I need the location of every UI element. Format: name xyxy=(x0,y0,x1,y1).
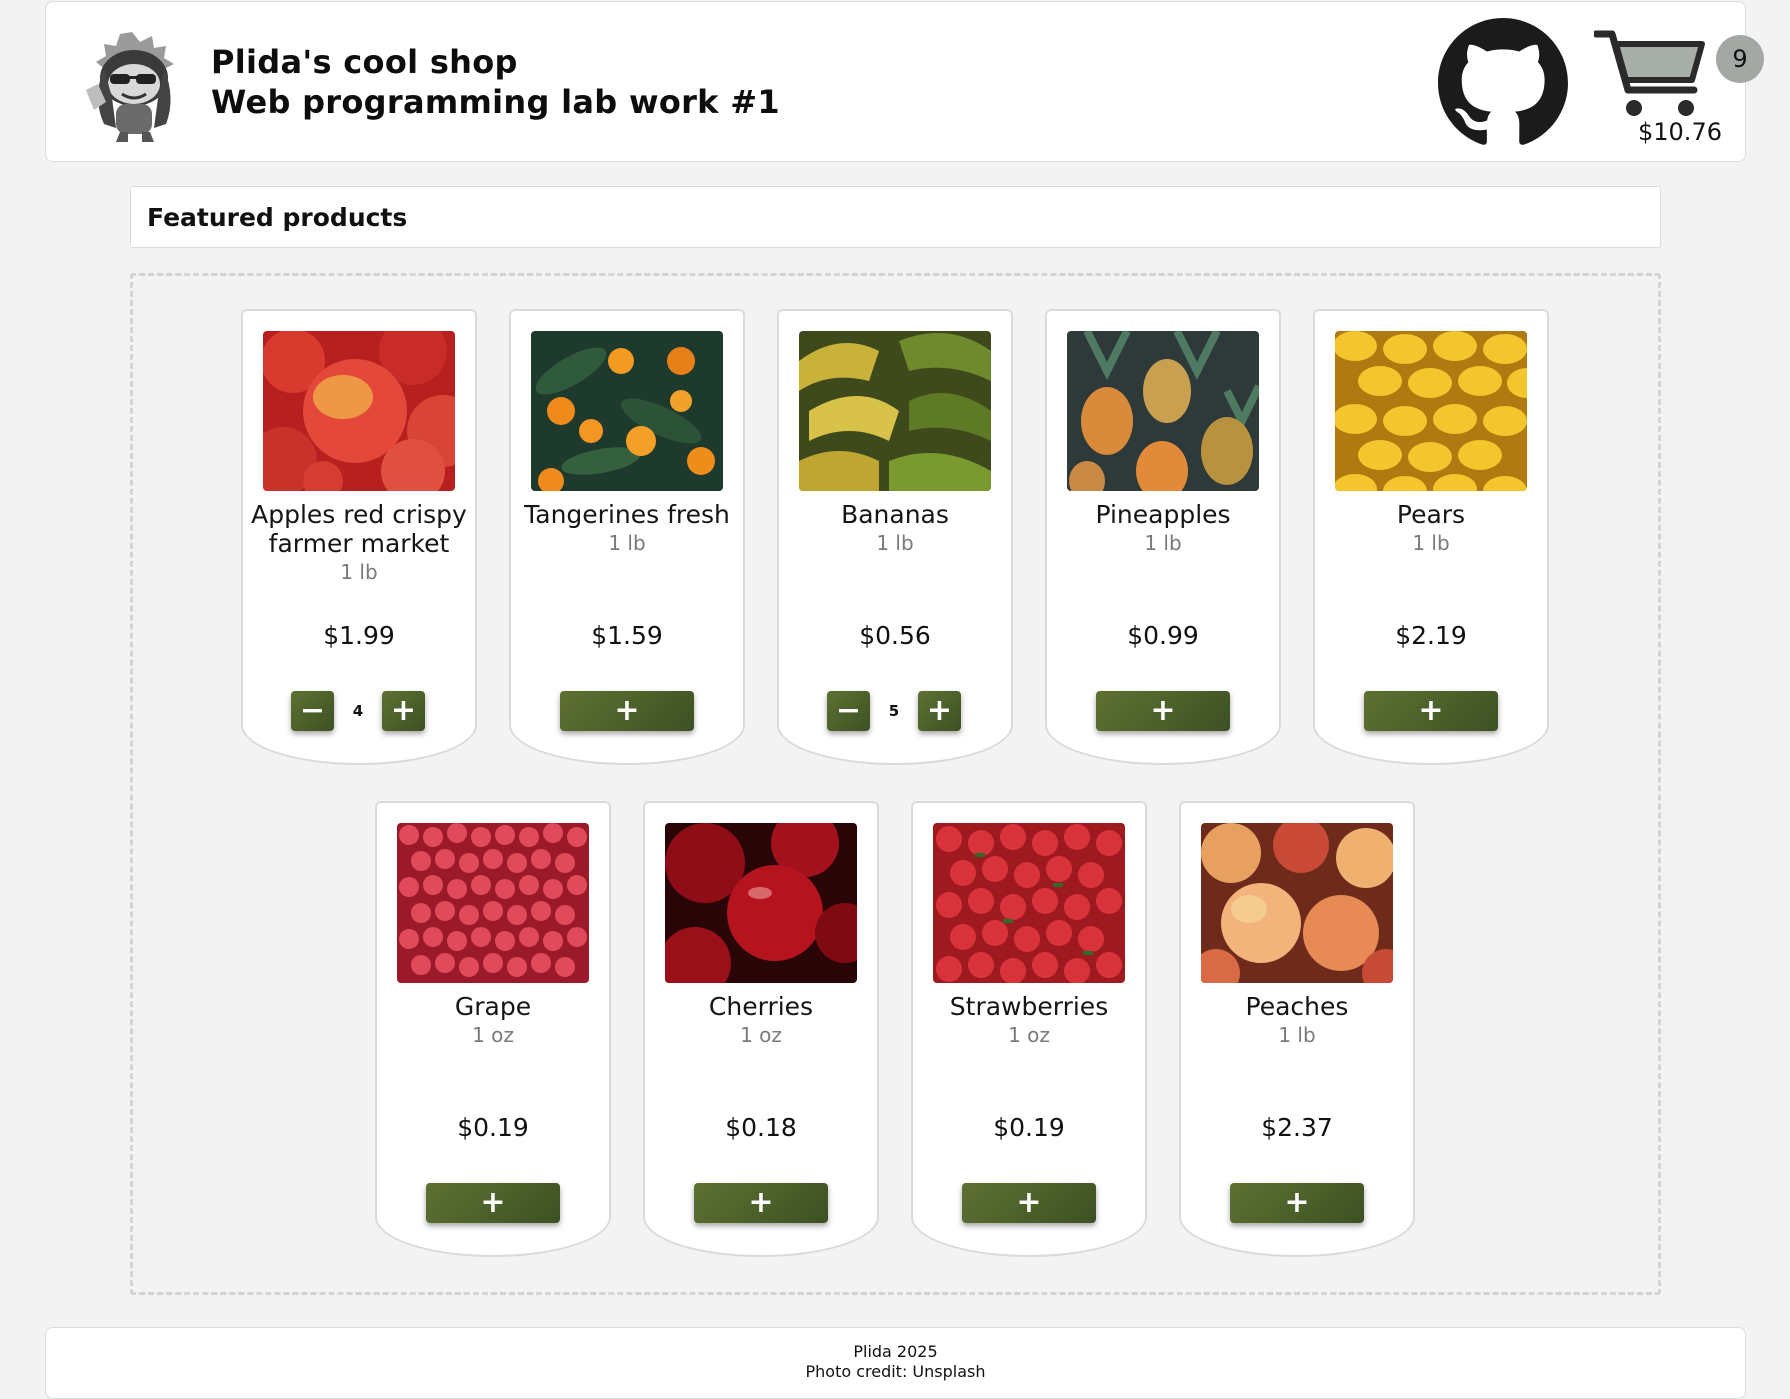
product-card-pears: Pears 1 lb $2.19 + xyxy=(1313,309,1549,765)
apples-image xyxy=(263,331,455,491)
product-price: $1.99 xyxy=(323,621,395,650)
product-grid: Apples red crispy farmer market 1 lb $1.… xyxy=(130,273,1661,1295)
product-name: Pears xyxy=(1396,500,1466,529)
product-card-peaches: Peaches 1 lb $2.37 + xyxy=(1179,801,1415,1257)
peaches-image xyxy=(1201,823,1393,983)
product-name: Peaches xyxy=(1245,992,1349,1021)
product-card-grape: Grape 1 oz $0.19 + xyxy=(375,801,611,1257)
product-card-cherries: Cherries 1 oz $0.18 + xyxy=(643,801,879,1257)
product-name: Cherries xyxy=(708,992,814,1021)
product-name: Bananas xyxy=(841,500,949,529)
featured-title: Featured products xyxy=(147,203,408,232)
cart-total: $10.76 xyxy=(1638,118,1722,146)
add-to-cart-button[interactable]: + xyxy=(962,1183,1096,1223)
product-card-pineapples: Pineapples 1 lb $0.99 + xyxy=(1045,309,1281,765)
product-name: Strawberries xyxy=(949,992,1109,1021)
product-image xyxy=(665,823,857,983)
tangerines-image xyxy=(531,331,723,491)
increase-quantity-button[interactable]: + xyxy=(918,691,961,731)
cart-icon xyxy=(1594,30,1705,116)
pineapples-image xyxy=(1067,331,1259,491)
product-card-strawberries: Strawberries 1 oz $0.19 + xyxy=(911,801,1147,1257)
product-unit: 1 lb xyxy=(1144,531,1182,555)
product-unit: 1 oz xyxy=(1008,1023,1050,1047)
featured-header: Featured products xyxy=(130,186,1661,248)
pears-image xyxy=(1335,331,1527,491)
quantity-stepper: − 5 + xyxy=(827,691,963,731)
add-to-cart-button[interactable]: + xyxy=(1364,691,1498,731)
shop-name: Plida's cool shop xyxy=(211,43,518,81)
grape-image xyxy=(397,823,589,983)
product-unit: 1 lb xyxy=(608,531,646,555)
footer-copyright: Plida 2025 xyxy=(853,1342,938,1361)
increase-quantity-button[interactable]: + xyxy=(382,691,425,731)
product-price: $0.19 xyxy=(993,1113,1065,1142)
product-image xyxy=(263,331,455,491)
add-to-cart-button[interactable]: + xyxy=(694,1183,828,1223)
quantity-value: 5 xyxy=(888,702,900,720)
bananas-image xyxy=(799,331,991,491)
product-unit: 1 oz xyxy=(472,1023,514,1047)
decrease-quantity-button[interactable]: − xyxy=(827,691,870,731)
product-price: $2.19 xyxy=(1395,621,1467,650)
product-unit: 1 oz xyxy=(740,1023,782,1047)
quantity-stepper: − 4 + xyxy=(291,691,427,731)
product-price: $0.99 xyxy=(1127,621,1199,650)
mascot-logo xyxy=(86,32,174,142)
product-price: $0.18 xyxy=(725,1113,797,1142)
cart-widget[interactable]: 9 $10.76 xyxy=(1594,24,1764,149)
footer-photo-credit: Photo credit: Unsplash xyxy=(805,1362,986,1381)
product-price: $2.37 xyxy=(1261,1113,1333,1142)
product-unit: 1 lb xyxy=(340,560,378,584)
product-unit: 1 lb xyxy=(1412,531,1450,555)
cart-count-badge: 9 xyxy=(1716,35,1764,83)
product-name: Pineapples xyxy=(1095,500,1231,529)
product-image xyxy=(1335,331,1527,491)
add-to-cart-button[interactable]: + xyxy=(1230,1183,1364,1223)
decrease-quantity-button[interactable]: − xyxy=(291,691,334,731)
site-header: Plida's cool shop Web programming lab wo… xyxy=(45,1,1764,162)
product-image xyxy=(1201,823,1393,983)
product-image xyxy=(799,331,991,491)
strawberries-image xyxy=(933,823,1125,983)
product-card-tangerines: Tangerines fresh 1 lb $1.59 + xyxy=(509,309,745,765)
product-card-apples: Apples red crispy farmer market 1 lb $1.… xyxy=(241,309,477,765)
product-unit: 1 lb xyxy=(1278,1023,1316,1047)
product-price: $1.59 xyxy=(591,621,663,650)
product-card-bananas: Bananas 1 lb $0.56 − 5 + xyxy=(777,309,1013,765)
product-unit: 1 lb xyxy=(876,531,914,555)
quantity-value: 4 xyxy=(352,702,364,720)
product-price: $0.19 xyxy=(457,1113,529,1142)
add-to-cart-button[interactable]: + xyxy=(426,1183,560,1223)
product-name: Grape xyxy=(454,992,532,1021)
github-icon[interactable] xyxy=(1438,18,1568,148)
site-footer: Plida 2025 Photo credit: Unsplash xyxy=(45,1327,1746,1399)
product-price: $0.56 xyxy=(859,621,931,650)
product-name: Tangerines fresh xyxy=(524,500,730,529)
product-image xyxy=(1067,331,1259,491)
product-image xyxy=(397,823,589,983)
product-image xyxy=(933,823,1125,983)
add-to-cart-button[interactable]: + xyxy=(1096,691,1230,731)
product-name: Apples red crispy farmer market xyxy=(251,500,467,558)
page-subtitle: Web programming lab work #1 xyxy=(211,83,780,121)
add-to-cart-button[interactable]: + xyxy=(560,691,694,731)
header-titles: Plida's cool shop Web programming lab wo… xyxy=(211,42,780,122)
cherries-image xyxy=(665,823,857,983)
product-image xyxy=(531,331,723,491)
